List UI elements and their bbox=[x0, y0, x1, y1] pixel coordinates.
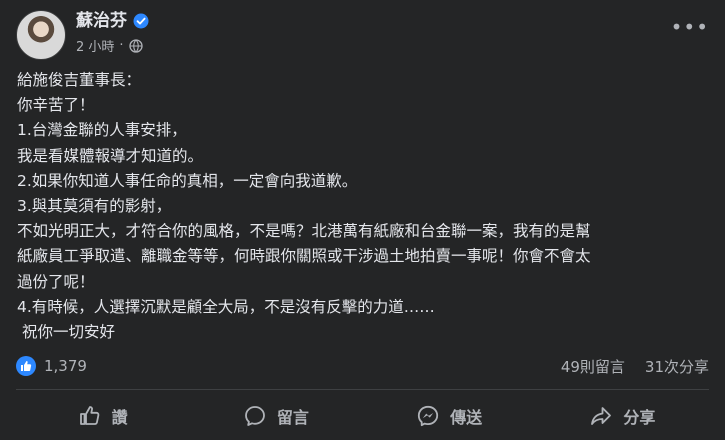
verified-icon bbox=[133, 13, 149, 29]
engagement-stats: 49則留言 31次分享 bbox=[561, 356, 709, 377]
comment-button[interactable]: 留言 bbox=[189, 396, 362, 436]
share-count[interactable]: 31次分享 bbox=[645, 356, 709, 377]
post-line: 1.台灣金聯的人事安排， bbox=[17, 121, 187, 140]
more-icon[interactable]: ••• bbox=[671, 17, 709, 37]
post-line: 2.如果你知道人事任命的真相，一定會向我道歉。 bbox=[17, 171, 358, 190]
post-line: 3.與其莫須有的影射， bbox=[17, 197, 172, 216]
reaction-bar: 1,379 49則留言 31次分享 bbox=[16, 353, 709, 379]
post-line: 4.有時候，人選擇沉默是顧全大局，不是沒有反擊的力道…… bbox=[17, 297, 435, 316]
author-name[interactable]: 蘇治芬 bbox=[76, 10, 127, 32]
globe-icon[interactable] bbox=[128, 38, 143, 53]
action-bar: 讚 留言 傳送 分享 bbox=[16, 396, 709, 436]
post-line: 祝你一切安好 bbox=[17, 323, 115, 342]
post-line: 紙廠員工爭取遣、離職金等等，何時跟你關照或干涉過土地拍賣一事呢！你會不會太 bbox=[17, 247, 591, 266]
post-line: 不如光明正大，才符合你的風格，不是嗎？北港萬有紙廠和台金聯一案，我有的是幫 bbox=[17, 222, 591, 241]
send-label: 傳送 bbox=[450, 408, 483, 427]
post-time[interactable]: 2 小時 bbox=[76, 36, 114, 55]
meta-separator: · bbox=[119, 38, 124, 53]
post-header: 蘇治芬 2 小時 · ••• bbox=[16, 8, 709, 60]
comment-label: 留言 bbox=[276, 408, 309, 427]
comment-count[interactable]: 49則留言 bbox=[561, 356, 625, 377]
divider bbox=[16, 389, 709, 390]
like-reaction-icon[interactable] bbox=[16, 356, 36, 376]
post-line: 我是看媒體報導才知道的。 bbox=[17, 146, 204, 165]
share-icon bbox=[591, 407, 612, 425]
share-button[interactable]: 分享 bbox=[536, 396, 709, 436]
post-line: 過份了呢！ bbox=[17, 272, 95, 291]
like-icon bbox=[79, 406, 99, 425]
post-line: 你辛苦了！ bbox=[17, 96, 95, 115]
comment-icon bbox=[244, 406, 265, 426]
post-line: 給施俊吉董事長： bbox=[17, 71, 142, 89]
like-button[interactable]: 讚 bbox=[16, 396, 189, 436]
author-line: 蘇治芬 bbox=[76, 10, 149, 32]
share-label: 分享 bbox=[623, 408, 656, 427]
like-label: 讚 bbox=[111, 408, 128, 427]
avatar[interactable] bbox=[16, 10, 66, 60]
messenger-icon bbox=[418, 405, 439, 427]
send-button[interactable]: 傳送 bbox=[363, 396, 536, 436]
post-meta: 2 小時 · bbox=[76, 36, 143, 55]
reaction-count[interactable]: 1,379 bbox=[44, 357, 87, 375]
post-body: 給施俊吉董事長： 你辛苦了！ 1.台灣金聯的人事安排， 我是看媒體報導才知道的。… bbox=[17, 68, 709, 345]
